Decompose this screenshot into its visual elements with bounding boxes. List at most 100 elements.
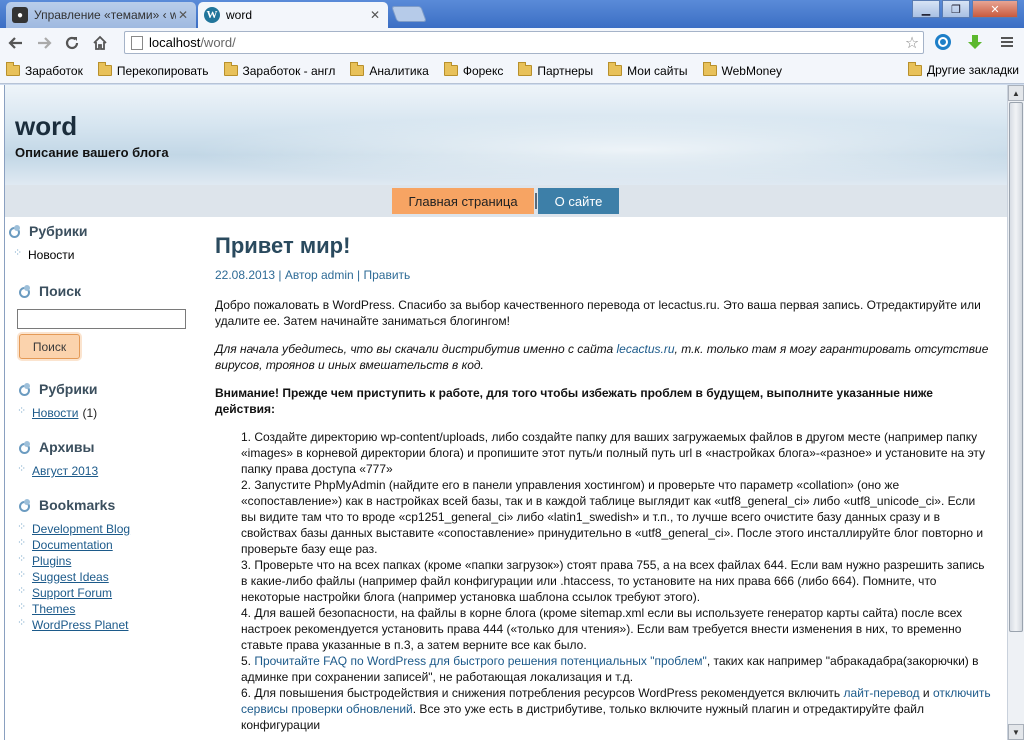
scroll-up-icon[interactable]: ▲ bbox=[1008, 85, 1024, 101]
bullet-icon bbox=[17, 568, 26, 581]
incognito-icon: ● bbox=[12, 7, 28, 23]
bookmarks-bar: Заработок Перекопировать Заработок - анг… bbox=[0, 58, 1024, 84]
list-item: Development Blog bbox=[17, 520, 130, 537]
folder-icon bbox=[223, 62, 238, 76]
scroll-thumb[interactable] bbox=[1009, 102, 1023, 632]
close-window-button[interactable]: ✕ bbox=[972, 0, 1018, 18]
bullet-icon bbox=[17, 600, 26, 613]
bookmark-folder[interactable]: Форекс bbox=[443, 62, 503, 78]
tab-word[interactable]: W word ✕ bbox=[198, 2, 388, 28]
post-meta[interactable]: 22.08.2013 | Автор admin | Править bbox=[215, 268, 410, 282]
step-item: 4. Для вашей безопасности, на файлы в ко… bbox=[241, 606, 963, 652]
menu-wrench-button[interactable] bbox=[996, 31, 1018, 53]
bookmark-folder[interactable]: Мои сайты bbox=[608, 62, 688, 78]
rubric-link-news[interactable]: Новости bbox=[32, 406, 78, 420]
widget-icon bbox=[19, 285, 31, 298]
faq-link[interactable]: Прочитайте FAQ по WordPress для быстрого… bbox=[254, 654, 706, 668]
bookmark-label: Аналитика bbox=[369, 63, 429, 78]
bookmark-link[interactable]: Themes bbox=[32, 602, 75, 616]
page-icon bbox=[131, 35, 143, 50]
bookmark-label: Мои сайты bbox=[627, 63, 688, 78]
back-arrow-icon bbox=[8, 37, 22, 49]
bookmark-link[interactable]: Plugins bbox=[32, 554, 71, 568]
menu-item-home[interactable]: Главная страница bbox=[392, 188, 534, 214]
widget-title-search: Поиск bbox=[19, 283, 81, 299]
bookmark-link[interactable]: Documentation bbox=[32, 538, 113, 552]
bullet-icon bbox=[17, 536, 26, 549]
back-button[interactable] bbox=[4, 31, 28, 55]
bookmark-link[interactable]: Suggest Ideas bbox=[32, 570, 109, 584]
bookmark-label: Заработок - англ bbox=[242, 63, 336, 78]
list-item: Themes bbox=[17, 600, 130, 617]
main-menu: Главная страница О сайте bbox=[5, 185, 1007, 217]
minimize-button[interactable]: ▁ bbox=[912, 0, 940, 18]
archives-list: Август 2013 bbox=[17, 462, 98, 479]
post-paragraph-welcome: Добро пожаловать в WordPress. Спасибо за… bbox=[215, 298, 981, 328]
search-button[interactable]: Поиск bbox=[19, 334, 80, 359]
bookmark-folder[interactable]: Аналитика bbox=[350, 62, 429, 78]
post-warning: Внимание! Прежде чем приступить к работе… bbox=[215, 386, 933, 416]
rubrics-list: Новости (1) bbox=[17, 404, 97, 421]
scroll-down-icon[interactable]: ▼ bbox=[1008, 724, 1024, 740]
bookmark-link[interactable]: WordPress Planet bbox=[32, 618, 129, 632]
tab-title: Управление «темами» ‹ wo bbox=[34, 8, 176, 22]
url-path: /word/ bbox=[200, 35, 236, 50]
skype-extension-icon[interactable] bbox=[932, 31, 954, 53]
step-item: 6. Для повышения быстродействия и снижен… bbox=[241, 685, 993, 733]
search-input[interactable] bbox=[17, 309, 186, 329]
bookmark-folder[interactable]: Перекопировать bbox=[97, 62, 209, 78]
bookmark-folder[interactable]: WebMoney bbox=[702, 62, 782, 78]
step-item: 5. Прочитайте FAQ по WordPress для быстр… bbox=[241, 653, 993, 685]
bookmark-star-icon[interactable]: ☆ bbox=[901, 33, 923, 53]
post-title[interactable]: Привет мир! bbox=[215, 233, 350, 259]
list-item: WordPress Planet bbox=[17, 616, 130, 633]
address-bar[interactable]: localhost/word/ ☆ bbox=[124, 31, 924, 54]
lecactus-link[interactable]: lecactus.ru bbox=[617, 342, 675, 356]
tab-title: word bbox=[226, 8, 253, 22]
post-paragraph-italic: Для начала убедитесь, что вы скачали дис… bbox=[215, 341, 995, 373]
lite-translation-link[interactable]: лайт-перевод bbox=[844, 686, 920, 700]
bookmark-link[interactable]: Support Forum bbox=[32, 586, 112, 600]
close-tab-icon[interactable]: ✕ bbox=[176, 8, 190, 22]
reload-button[interactable] bbox=[60, 31, 84, 55]
download-extension-icon[interactable] bbox=[964, 31, 986, 53]
archive-link-august-2013[interactable]: Август 2013 bbox=[32, 464, 98, 478]
rubric-item-label: Новости bbox=[28, 248, 75, 262]
bookmarks-list: Development Blog Documentation Plugins S… bbox=[17, 520, 130, 633]
tab-themes[interactable]: ● Управление «темами» ‹ wo ✕ bbox=[6, 2, 196, 28]
new-tab-button[interactable] bbox=[391, 6, 427, 22]
widget-title-text: Рубрики bbox=[29, 223, 88, 239]
skype-icon bbox=[935, 34, 951, 50]
menu-item-about[interactable]: О сайте bbox=[538, 188, 619, 214]
url-host: localhost bbox=[149, 35, 201, 50]
bookmark-folder[interactable]: Заработок - англ bbox=[223, 62, 336, 78]
bookmark-folder[interactable]: Заработок bbox=[6, 62, 83, 78]
page-scrollbar[interactable]: ▲ ▼ bbox=[1007, 85, 1024, 740]
folder-icon bbox=[518, 62, 533, 76]
list-item: Suggest Ideas bbox=[17, 568, 130, 585]
folder-icon bbox=[443, 62, 458, 76]
header-decoration bbox=[185, 115, 1007, 185]
widget-icon bbox=[19, 441, 31, 454]
step-text: 6. Для повышения быстродействия и снижен… bbox=[241, 686, 844, 700]
tab-strip: ● Управление «темами» ‹ wo ✕ W word ✕ ▁ … bbox=[0, 0, 1024, 28]
home-button[interactable] bbox=[88, 31, 112, 55]
folder-icon bbox=[908, 61, 922, 76]
step-item: 3. Проверьте что на всех папках (кроме «… bbox=[241, 558, 985, 604]
close-tab-icon[interactable]: ✕ bbox=[368, 8, 382, 22]
other-bookmarks-folder[interactable]: Другие закладки bbox=[908, 61, 1019, 77]
bullet-icon bbox=[17, 552, 26, 565]
site-description: Описание вашего блога bbox=[15, 145, 169, 160]
step-item: 1. Создайте директорию wp-content/upload… bbox=[241, 430, 986, 476]
maximize-button[interactable]: ❐ bbox=[942, 0, 970, 18]
forward-arrow-icon bbox=[38, 37, 52, 49]
bullet-icon bbox=[17, 616, 26, 629]
folder-icon bbox=[6, 62, 20, 76]
site-title[interactable]: word bbox=[15, 111, 77, 142]
list-item: Новости bbox=[13, 246, 75, 263]
home-icon bbox=[93, 35, 107, 50]
forward-button[interactable] bbox=[32, 31, 56, 55]
bookmark-folder[interactable]: Партнеры bbox=[518, 62, 593, 78]
bookmark-link[interactable]: Development Blog bbox=[32, 522, 130, 536]
browser-chrome: ● Управление «темами» ‹ wo ✕ W word ✕ ▁ … bbox=[0, 0, 1024, 85]
